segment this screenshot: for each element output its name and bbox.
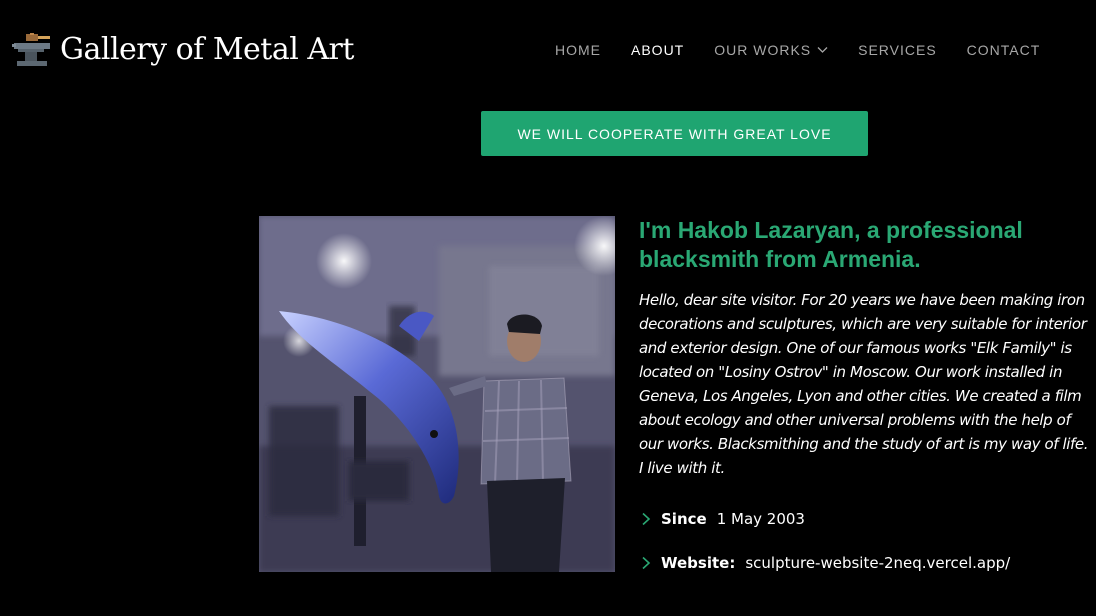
about-section: I'm Hakob Lazaryan, a professional black… bbox=[639, 216, 1094, 585]
logo-text: Gallery of Metal Art bbox=[60, 32, 354, 67]
website-label: Website: bbox=[661, 554, 736, 572]
since-value: 1 May 2003 bbox=[716, 510, 805, 528]
since-label: Since bbox=[661, 510, 707, 528]
website-link[interactable]: sculpture-website-2neq.vercel.app/ bbox=[745, 554, 1010, 572]
site-logo[interactable]: Gallery of Metal Art bbox=[12, 30, 354, 70]
chevron-right-icon bbox=[642, 512, 651, 526]
nav-contact[interactable]: CONTACT bbox=[967, 42, 1041, 58]
nav-home[interactable]: HOME bbox=[555, 42, 601, 58]
info-row-since: Since 1 May 2003 bbox=[639, 497, 1094, 541]
anvil-hammer-icon bbox=[12, 33, 50, 66]
main-nav: HOME ABOUT OUR WORKS SERVICES CONTACT bbox=[540, 40, 1055, 60]
info-list: Since 1 May 2003 Website: sculpture-webs… bbox=[639, 497, 1094, 585]
chevron-right-icon bbox=[642, 556, 651, 570]
nav-our-works[interactable]: OUR WORKS bbox=[714, 42, 828, 58]
blacksmith-dolphin-photo bbox=[259, 216, 615, 572]
cooperate-button[interactable]: WE WILL COOPERATE WITH GREAT LOVE bbox=[481, 111, 868, 156]
info-row-website: Website: sculpture-website-2neq.vercel.a… bbox=[639, 541, 1094, 585]
nav-our-works-label: OUR WORKS bbox=[714, 42, 812, 58]
nav-services[interactable]: SERVICES bbox=[858, 42, 937, 58]
chevron-down-icon bbox=[817, 47, 828, 53]
about-body: Hello, dear site visitor. For 20 years w… bbox=[639, 291, 1089, 477]
nav-about[interactable]: ABOUT bbox=[631, 42, 684, 58]
about-title: I'm Hakob Lazaryan, a professional black… bbox=[639, 217, 1023, 272]
